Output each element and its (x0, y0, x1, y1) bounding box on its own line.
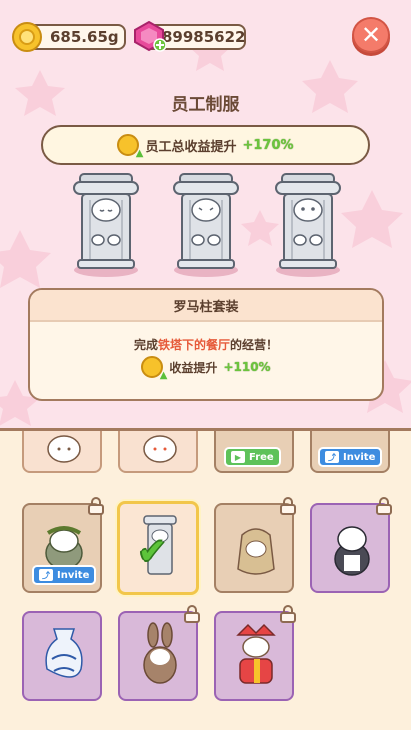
pillar-cat-figure-3 (275, 173, 341, 277)
invite-button[interactable]: ⤴ Invite (318, 447, 383, 467)
jester-costume-thumb (236, 623, 276, 684)
cat-figure (45, 526, 83, 570)
suit-info-panel: 罗马柱套装 完成铁塔下的餐厅的经营！ 收益提升 +110% (28, 288, 384, 401)
total-bonus-label: 员工总收益提升 (145, 139, 237, 155)
uniform-card[interactable] (22, 431, 102, 473)
free-button[interactable]: ▶ Free (224, 447, 281, 467)
lock-icon (88, 497, 104, 515)
suit-desc-place: 铁塔下的餐厅 (157, 338, 230, 352)
total-bonus-bar: 员工总收益提升 +170% (41, 125, 370, 165)
gem-amount: 89985622 (162, 28, 246, 46)
lock-icon (280, 497, 296, 515)
gold-amount: 685.65g (50, 28, 119, 46)
checkmark-icon: ✔ (138, 532, 167, 572)
gold-coin-icon (12, 22, 42, 52)
invite-label: Invite (343, 451, 376, 463)
uniform-card[interactable] (310, 497, 392, 593)
maid-costume-thumb (334, 526, 370, 576)
uniform-card-invite[interactable]: ⤴ Invite (310, 431, 390, 473)
share-icon: ⤴ (39, 569, 53, 581)
close-button[interactable]: ✕ (352, 17, 390, 53)
invite-button[interactable]: ⤴ Invite (32, 565, 97, 585)
bunny-costume-thumb (143, 622, 177, 684)
video-icon: ▶ (231, 451, 245, 463)
uniform-card[interactable] (118, 605, 200, 701)
uniform-card-free[interactable]: ▶ Free (214, 431, 294, 473)
lock-icon (280, 605, 296, 623)
lock-icon (184, 605, 200, 623)
uniform-card[interactable] (118, 431, 198, 473)
coin-up-icon (117, 134, 143, 159)
pillar-cat-figure-2 (173, 173, 239, 277)
suit-desc-suffix: 的经营！ (230, 338, 279, 352)
suit-name: 罗马柱套装 (30, 290, 382, 322)
suit-bonus: 收益提升 +110% (30, 356, 382, 381)
suit-desc-prefix: 完成 (133, 338, 158, 352)
suit-bonus-value: +110% (223, 360, 271, 374)
share-icon: ⤴ (325, 451, 339, 463)
top-area: 685.65g 89985622 ✕ 员工制服 员工总收益提升 +170% (0, 0, 411, 432)
pillar-cat-figure-1 (73, 173, 139, 277)
uniform-card[interactable] (22, 611, 102, 701)
vase-costume-thumb (45, 628, 83, 678)
cat-figure (143, 435, 177, 463)
suit-bonus-label: 收益提升 (169, 360, 218, 375)
close-icon: ✕ (360, 21, 382, 49)
cat-figure (47, 435, 81, 463)
gem-icon (134, 20, 166, 52)
sack-costume-thumb (237, 528, 275, 575)
uniform-grid: ▶ Free ⤴ Invite ⤴ Invite ✔ (0, 428, 411, 730)
uniform-card[interactable] (214, 497, 296, 593)
lock-icon (376, 497, 392, 515)
coin-up-icon (141, 356, 167, 381)
total-bonus-value: +170% (242, 137, 294, 153)
page-title: 员工制服 (171, 95, 240, 115)
invite-label: Invite (57, 569, 90, 581)
uniform-card-selected[interactable]: ✔ (117, 501, 199, 595)
suit-requirement: 完成铁塔下的餐厅的经营！ (30, 336, 382, 353)
uniform-card-invite[interactable]: ⤴ Invite (22, 497, 104, 593)
uniform-card[interactable] (214, 605, 296, 701)
free-label: Free (249, 451, 274, 463)
